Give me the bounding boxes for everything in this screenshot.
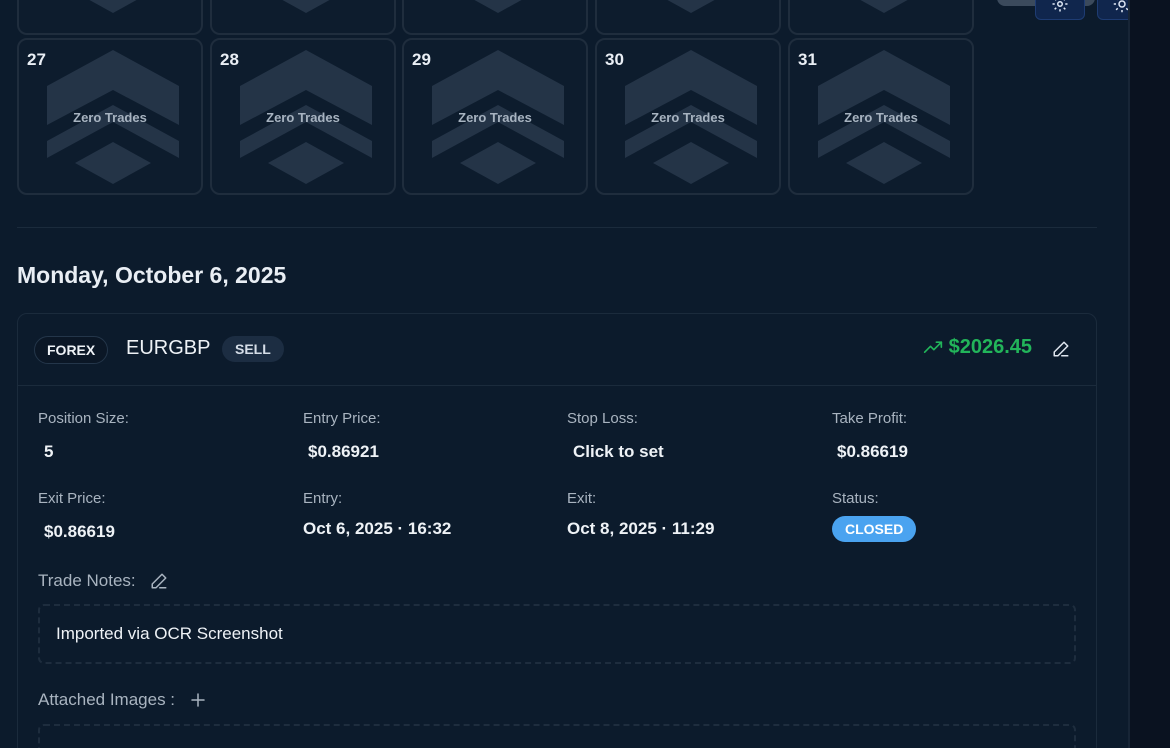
edit-notes-icon[interactable]: [150, 572, 168, 590]
entry-time-label: Entry:: [303, 490, 343, 507]
zero-trades-label: Zero Trades: [651, 110, 725, 125]
entry-price-label: Entry Price:: [303, 410, 381, 427]
trade-card-header: FOREX EURGBP SELL $2026.45: [18, 314, 1096, 386]
calendar-tile-partial[interactable]: [17, 0, 203, 35]
status-badge: CLOSED: [832, 516, 917, 542]
zero-trades-label: Zero Trades: [844, 110, 918, 125]
logo-watermark-icon: [89, 0, 137, 13]
calendar-tile-28[interactable]: 28 Zero Trades: [210, 38, 396, 195]
calendar-tile-31[interactable]: 31 Zero Trades: [788, 38, 974, 195]
logo-watermark-icon: [474, 0, 522, 13]
pnl-value: $2026.45: [948, 336, 1032, 358]
settings-button[interactable]: [1035, 0, 1085, 20]
zero-trades-label: Zero Trades: [458, 110, 532, 125]
take-profit-value[interactable]: $0.86619: [837, 442, 908, 462]
section-divider: [17, 227, 1097, 228]
right-scroll-gutter: [1128, 0, 1170, 748]
calendar-tile-27[interactable]: 27 Zero Trades: [17, 38, 203, 195]
trade-notes-label: Trade Notes:: [38, 571, 136, 590]
attached-images-label: Attached Images :: [38, 690, 176, 709]
attached-images-dropzone[interactable]: [38, 724, 1076, 748]
zero-trades-label: Zero Trades: [73, 110, 147, 125]
stop-loss-value[interactable]: Click to set: [573, 442, 664, 462]
attached-images-header: Attached Images :: [38, 690, 207, 710]
calendar-tile-partial[interactable]: [595, 0, 781, 35]
add-image-icon[interactable]: [189, 691, 207, 709]
position-size-value[interactable]: 5: [44, 442, 53, 462]
settings-icon: [1052, 0, 1068, 12]
logo-watermark-icon: [667, 0, 715, 13]
logo-watermark-icon: [282, 0, 330, 13]
exit-price-label: Exit Price:: [38, 490, 106, 507]
market-badge: FOREX: [34, 336, 109, 364]
entry-time-value: Oct 6, 2025 · 16:32: [303, 519, 452, 538]
exit-time-value: Oct 8, 2025 · 11:29: [567, 519, 715, 538]
zero-trades-label: Zero Trades: [266, 110, 340, 125]
calendar-day-number: 31: [798, 50, 817, 69]
page: 27 Zero Trades 28 Zero Trades 29 Zero Tr…: [0, 0, 1170, 748]
exit-price-value[interactable]: $0.86619: [44, 522, 115, 542]
exit-time-label: Exit:: [567, 490, 597, 507]
trade-notes-box[interactable]: Imported via OCR Screenshot: [38, 604, 1076, 664]
entry-price-value[interactable]: $0.86921: [308, 442, 379, 462]
calendar-tile-30[interactable]: 30 Zero Trades: [595, 38, 781, 195]
calendar-tile-partial[interactable]: [788, 0, 974, 35]
calendar-tile-partial[interactable]: [402, 0, 588, 35]
trade-pnl: $2026.45: [923, 336, 1032, 359]
calendar-day-number: 28: [220, 50, 239, 69]
trending-up-icon: [923, 340, 942, 353]
calendar-day-number: 27: [27, 50, 46, 69]
stop-loss-label: Stop Loss:: [567, 410, 638, 427]
date-heading: Monday, October 6, 2025: [17, 262, 287, 288]
calendar-tile-partial[interactable]: [210, 0, 396, 35]
side-badge: SELL: [222, 336, 284, 362]
trade-symbol: EURGBP: [126, 337, 211, 359]
logo-watermark-icon: [860, 0, 908, 13]
calendar-day-number: 30: [605, 50, 624, 69]
position-size-label: Position Size:: [38, 410, 129, 427]
main-content: 27 Zero Trades 28 Zero Trades 29 Zero Tr…: [0, 0, 1147, 748]
trade-notes-text: Imported via OCR Screenshot: [56, 624, 283, 643]
take-profit-label: Take Profit:: [832, 410, 908, 427]
trade-notes-header: Trade Notes:: [38, 571, 168, 591]
edit-trade-icon[interactable]: [1052, 340, 1070, 358]
calendar-tile-29[interactable]: 29 Zero Trades: [402, 38, 588, 195]
calendar-day-number: 29: [412, 50, 431, 69]
trade-card: FOREX EURGBP SELL $2026.45 Position Size…: [17, 313, 1097, 748]
status-label: Status:: [832, 490, 879, 507]
